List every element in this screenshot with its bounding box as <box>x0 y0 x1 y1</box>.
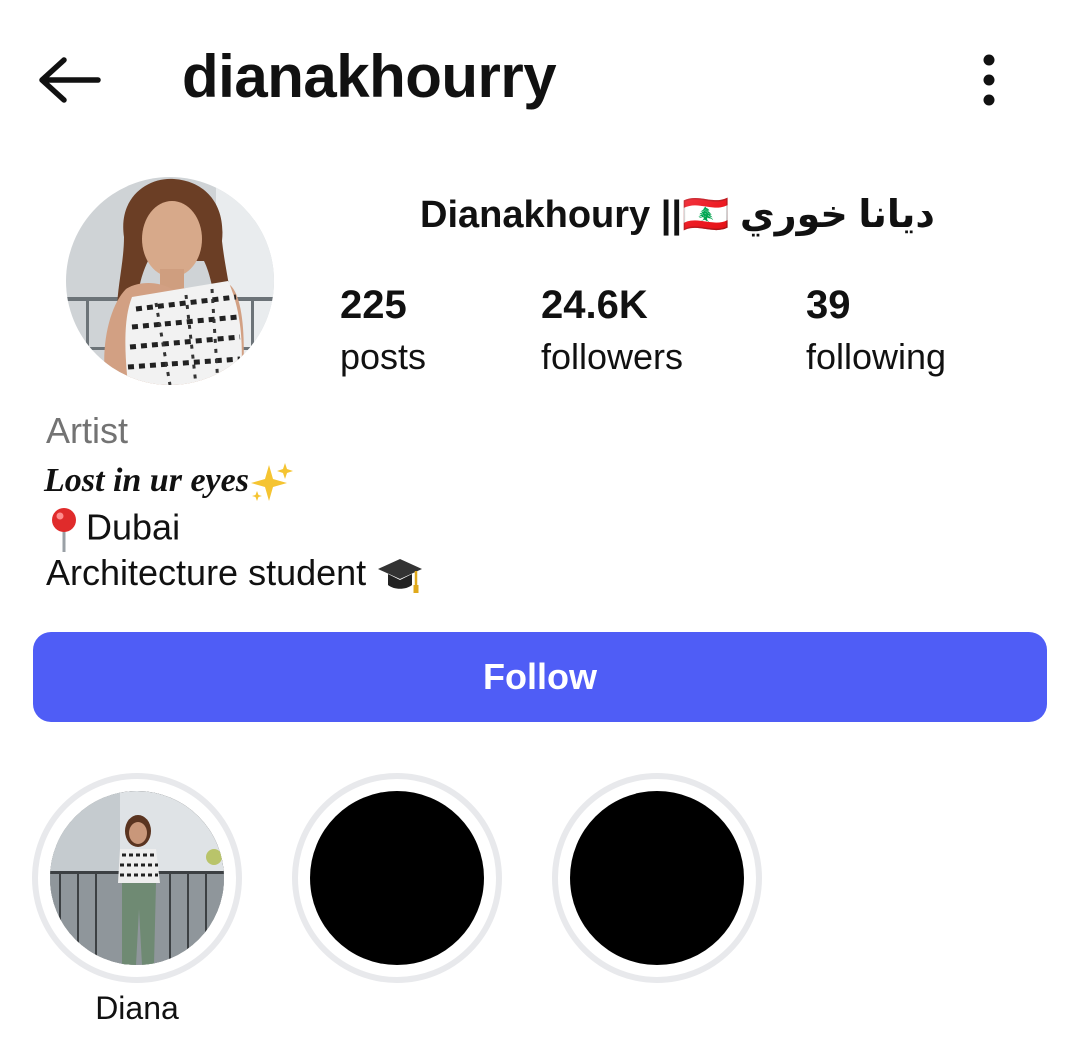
highlight-cover <box>50 791 224 965</box>
following-count: 39 <box>806 283 851 327</box>
following-label: following <box>806 336 947 377</box>
sparkles-icon <box>250 463 293 502</box>
posts-count: 225 <box>340 283 407 327</box>
posts-stat[interactable]: 225 posts <box>340 282 426 386</box>
arrow-left-icon <box>39 57 101 103</box>
profile-photo <box>66 177 274 385</box>
more-options-button[interactable] <box>968 52 1012 108</box>
round-pushpin-icon <box>52 508 76 552</box>
bio-line: Architecture student <box>46 552 424 595</box>
story-highlight[interactable] <box>292 773 502 983</box>
story-highlight[interactable] <box>32 773 242 983</box>
back-button[interactable] <box>34 52 104 108</box>
following-stat[interactable]: 39 following <box>806 282 946 386</box>
bio-text: Architecture student <box>46 552 377 593</box>
followers-count: 24.6K <box>541 283 648 327</box>
story-highlight[interactable] <box>552 773 762 983</box>
follow-button[interactable]: Follow <box>33 632 1047 722</box>
display-name: Dianakhoury ||🇱🇧 ديانا خوري <box>420 194 935 236</box>
posts-label: posts <box>340 336 427 377</box>
highlight-cover <box>310 791 484 965</box>
highlight-label: Diana <box>95 990 179 1026</box>
profile-category: Artist <box>46 410 129 451</box>
graduation-cap-icon <box>378 559 423 594</box>
followers-stat[interactable]: 24.6K followers <box>541 282 683 386</box>
bio-text: Lost in ur eyes <box>44 462 249 499</box>
bio-line: Lost in ur eyes <box>44 462 293 503</box>
profile-username: dianakhourry <box>182 43 557 110</box>
followers-label: followers <box>541 336 684 377</box>
bio-text: Dubai <box>86 506 181 548</box>
highlight-cover <box>570 791 744 965</box>
vertical-ellipsis-icon <box>983 54 995 106</box>
highlight-photo <box>50 791 224 965</box>
bio-line: Dubai <box>46 506 180 554</box>
profile-avatar[interactable] <box>66 177 274 385</box>
